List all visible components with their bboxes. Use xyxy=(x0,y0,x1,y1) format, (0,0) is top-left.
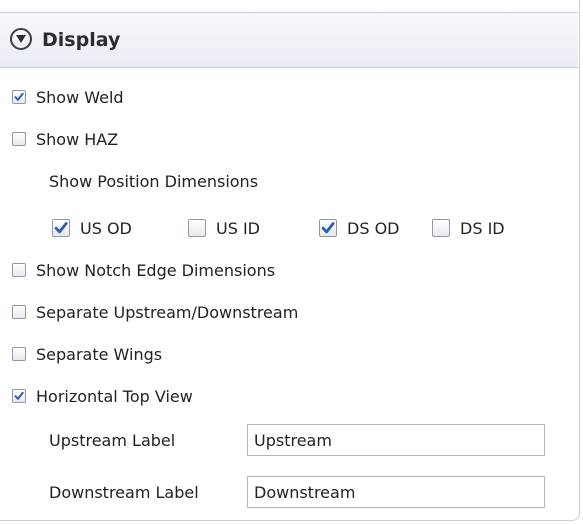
show-notch-edge-option[interactable]: Show Notch Edge Dimensions xyxy=(12,256,275,284)
horizontal-top-view-label: Horizontal Top View xyxy=(36,386,193,406)
display-panel: Display Show Weld Show HAZ Show Position… xyxy=(0,0,580,521)
checkmark-icon xyxy=(14,92,24,101)
show-notch-edge-checkbox[interactable] xyxy=(12,263,26,277)
separate-updown-option[interactable]: Separate Upstream/Downstream xyxy=(12,298,298,326)
upstream-label-caption: Upstream Label xyxy=(49,430,176,450)
show-notch-edge-label: Show Notch Edge Dimensions xyxy=(36,260,276,280)
ds-id-option[interactable]: DS ID xyxy=(432,214,505,242)
separate-wings-option[interactable]: Separate Wings xyxy=(12,340,162,368)
checkmark-icon xyxy=(14,391,24,400)
us-id-option[interactable]: US ID xyxy=(188,214,260,242)
us-od-option[interactable]: US OD xyxy=(52,214,132,242)
separate-updown-checkbox[interactable] xyxy=(12,305,26,319)
ds-od-option[interactable]: DS OD xyxy=(319,214,399,242)
ds-od-label: DS OD xyxy=(347,218,400,238)
downstream-label-caption: Downstream Label xyxy=(49,482,199,502)
downstream-label-row: Downstream Label xyxy=(49,478,199,506)
show-haz-label: Show HAZ xyxy=(36,129,119,149)
separate-wings-checkbox[interactable] xyxy=(12,347,26,361)
show-haz-checkbox[interactable] xyxy=(12,132,26,146)
us-id-checkbox[interactable] xyxy=(188,219,206,237)
show-weld-label: Show Weld xyxy=(36,87,124,107)
us-od-label: US OD xyxy=(80,218,132,238)
horizontal-top-view-checkbox[interactable] xyxy=(12,389,26,403)
show-haz-option[interactable]: Show HAZ xyxy=(12,125,118,153)
separate-updown-label: Separate Upstream/Downstream xyxy=(36,302,299,322)
collapse-chevron-icon[interactable] xyxy=(10,28,32,50)
horizontal-top-view-option[interactable]: Horizontal Top View xyxy=(12,382,193,410)
us-od-checkbox[interactable] xyxy=(52,219,70,237)
us-id-label: US ID xyxy=(216,218,260,238)
upstream-label-row: Upstream Label xyxy=(49,426,175,454)
separate-wings-label: Separate Wings xyxy=(36,344,163,364)
section-title: Display xyxy=(42,29,121,51)
upstream-label-input[interactable] xyxy=(247,424,545,456)
checkmark-icon xyxy=(54,222,68,234)
ds-od-checkbox[interactable] xyxy=(319,219,337,237)
display-section-header[interactable]: Display xyxy=(0,12,578,68)
position-dims-label: Show Position Dimensions xyxy=(49,171,259,191)
show-weld-checkbox[interactable] xyxy=(12,90,26,104)
ds-id-checkbox[interactable] xyxy=(432,219,450,237)
show-weld-option[interactable]: Show Weld xyxy=(12,83,124,111)
downstream-label-input[interactable] xyxy=(247,476,545,508)
position-dims-group: Show Position Dimensions xyxy=(49,167,258,195)
checkmark-icon xyxy=(321,222,335,234)
ds-id-label: DS ID xyxy=(460,218,505,238)
